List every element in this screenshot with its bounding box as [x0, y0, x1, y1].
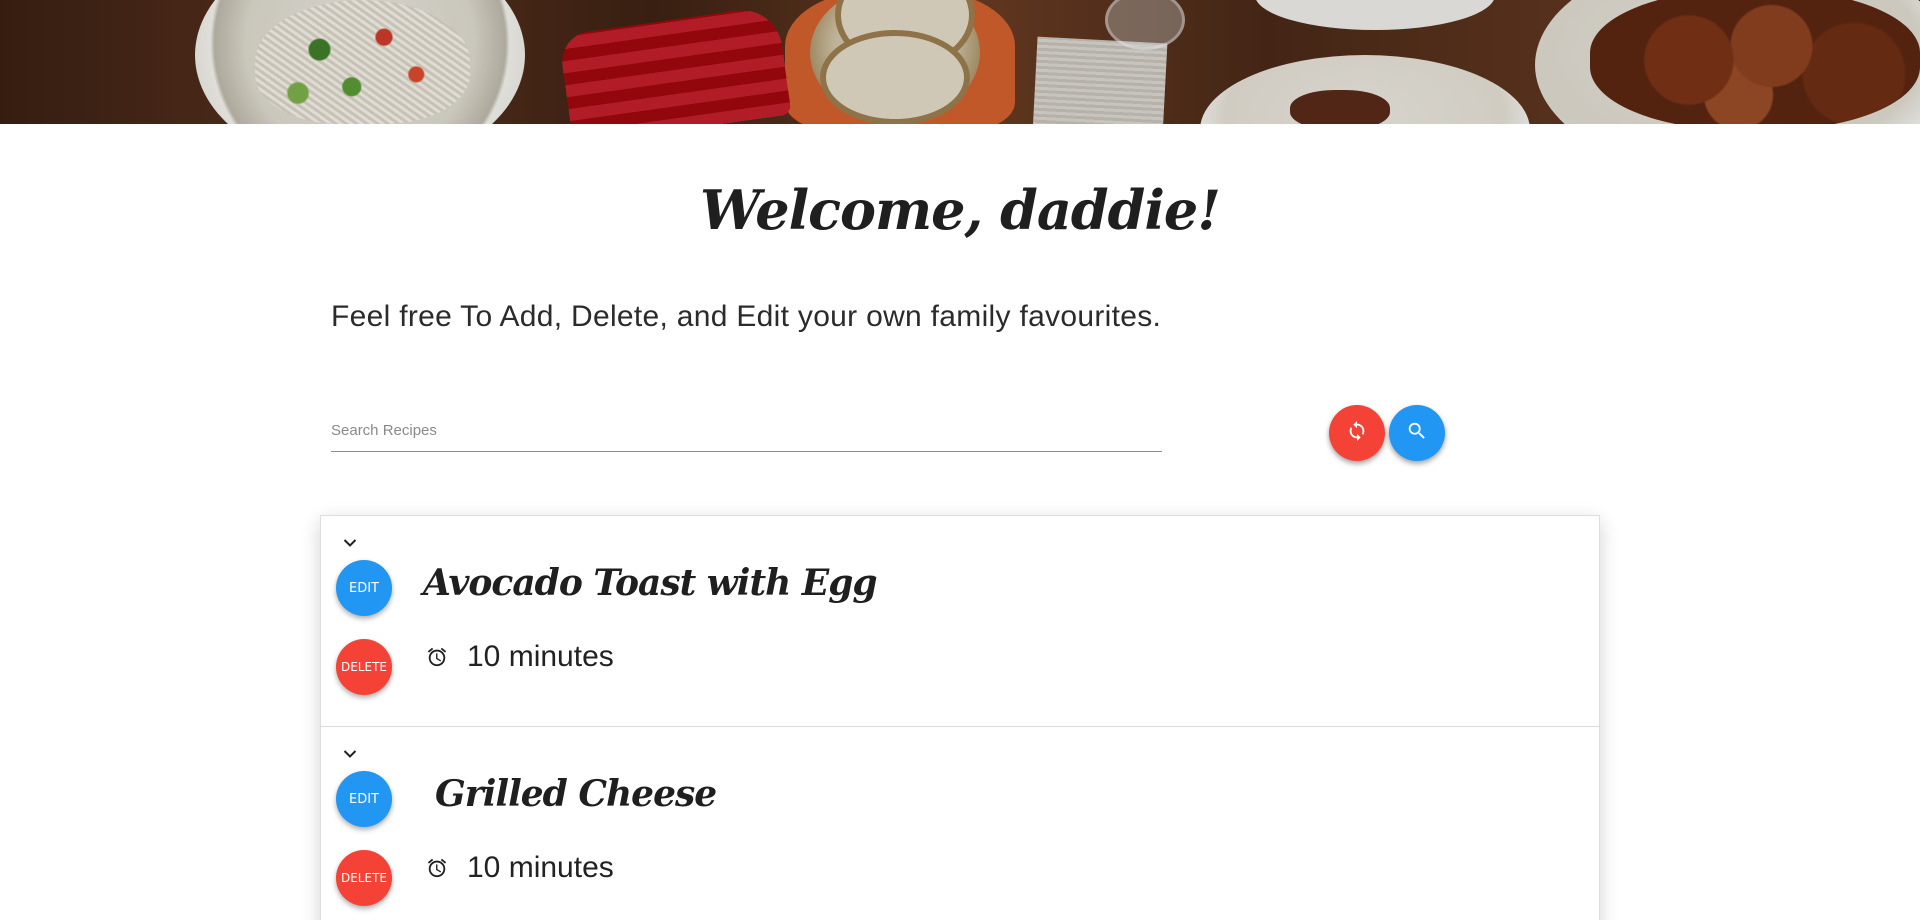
recipe-time-text: 10 minutes	[467, 640, 614, 673]
refresh-icon	[1346, 420, 1368, 446]
recipe-time-text: 10 minutes	[467, 851, 614, 884]
expand-chevron-icon[interactable]	[341, 534, 359, 552]
recipe-item: EDIT DELETE Grilled Cheese 10 minutes	[321, 727, 1599, 920]
reset-button[interactable]	[1329, 405, 1385, 461]
hero-overlay	[0, 0, 1920, 124]
page-title: Welcome, daddie!	[700, 178, 1221, 242]
alarm-clock-icon	[425, 645, 449, 669]
recipe-title: Avocado Toast with Egg	[423, 562, 878, 604]
recipe-time: 10 minutes	[425, 851, 614, 885]
recipe-time: 10 minutes	[425, 640, 614, 674]
recipe-item: EDIT DELETE Avocado Toast with Egg 10 mi…	[321, 516, 1599, 727]
recipe-list: EDIT DELETE Avocado Toast with Egg 10 mi…	[320, 515, 1600, 920]
page-subtitle: Feel free To Add, Delete, and Edit your …	[331, 300, 1162, 333]
search-input[interactable]	[331, 412, 1162, 448]
recipe-title: Grilled Cheese	[435, 773, 717, 815]
alarm-clock-icon	[425, 856, 449, 880]
delete-button[interactable]: DELETE	[336, 850, 392, 906]
edit-button[interactable]: EDIT	[336, 560, 392, 616]
search-icon	[1406, 420, 1428, 446]
edit-button[interactable]: EDIT	[336, 771, 392, 827]
search-button[interactable]	[1389, 405, 1445, 461]
expand-chevron-icon[interactable]	[341, 745, 359, 763]
search-field	[331, 412, 1162, 452]
delete-button[interactable]: DELETE	[336, 639, 392, 695]
hero-banner-image	[0, 0, 1920, 124]
